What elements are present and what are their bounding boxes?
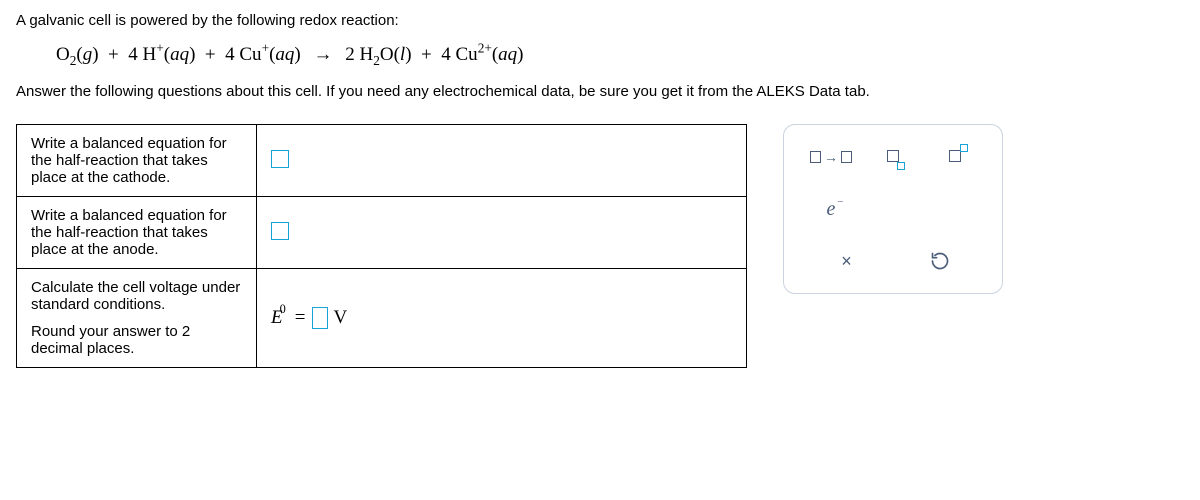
voltage-prompt-b: Round your answer to 2 decimal places. — [31, 323, 242, 357]
cathode-input[interactable] — [271, 150, 289, 168]
cathode-prompt: Write a balanced equation for the half-r… — [17, 125, 257, 197]
voltage-prompt: Calculate the cell voltage under standar… — [17, 269, 257, 368]
instr-part-c: tab. — [841, 83, 870, 100]
voltage-input[interactable] — [312, 307, 328, 329]
question-table: Write a balanced equation for the half-r… — [16, 124, 747, 368]
aleks-data-label: ALEKS Data — [756, 83, 840, 100]
anode-input[interactable] — [271, 222, 289, 240]
clear-button[interactable]: × — [826, 245, 868, 277]
instructions: Answer the following questions about thi… — [16, 83, 1184, 100]
voltage-prompt-a: Calculate the cell voltage under standar… — [31, 279, 242, 313]
subscript-button[interactable] — [872, 141, 914, 173]
e-standard-expression: E0 = V — [271, 307, 347, 329]
volt-unit: V — [334, 307, 348, 329]
reset-button[interactable] — [919, 245, 961, 277]
yields-arrow-button[interactable]: → — [810, 141, 852, 173]
electron-button[interactable]: e — [810, 193, 852, 225]
anode-prompt: Write a balanced equation for the half-r… — [17, 197, 257, 269]
symbol-toolbox: → e × — [783, 124, 1003, 294]
intro-text: A galvanic cell is powered by the follow… — [16, 12, 1184, 29]
instr-part-a: Answer the following questions about thi… — [16, 83, 756, 100]
superscript-button[interactable] — [934, 141, 976, 173]
redox-equation: O2(g) + 4 H+(aq) + 4 Cu+(aq) → 2 H2O(l) … — [56, 41, 1184, 69]
